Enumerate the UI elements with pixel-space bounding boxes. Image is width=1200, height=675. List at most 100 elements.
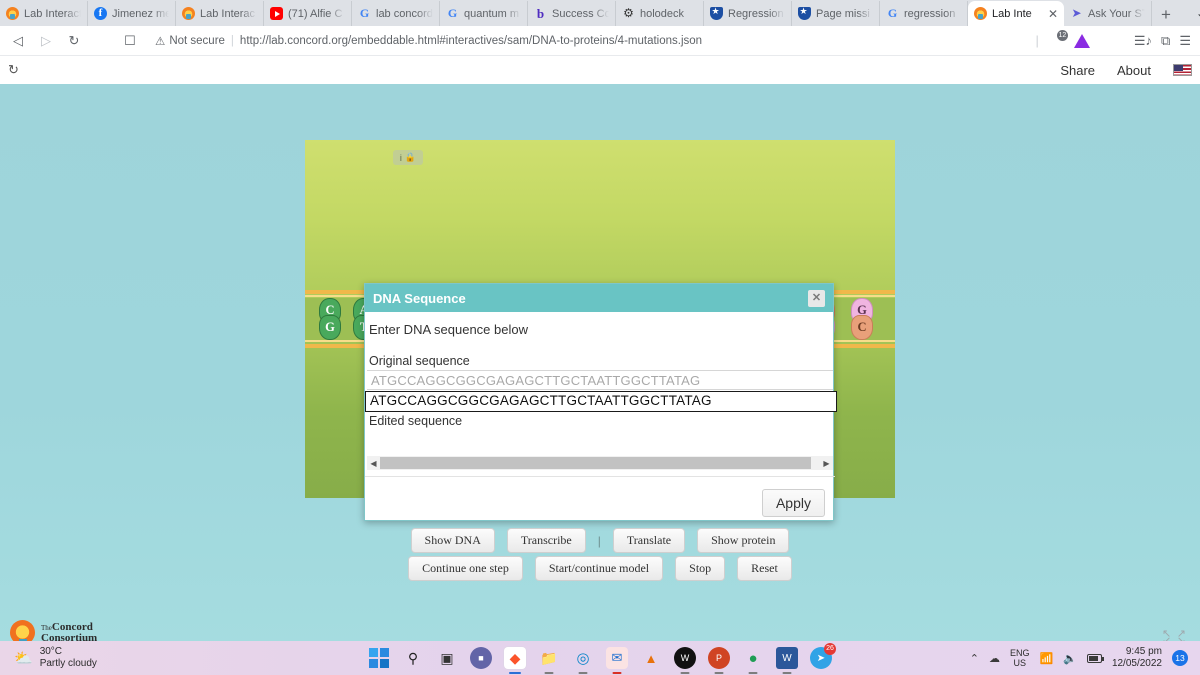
volume-icon[interactable]: 🔈 [1063,652,1077,665]
word-icon[interactable]: W [776,647,798,669]
reset-button[interactable]: Reset [737,556,792,581]
browser-tab[interactable]: (71) Alfie C [264,1,352,26]
start-continue-model-button[interactable]: Start/continue model [535,556,663,581]
wifi-icon[interactable]: 📶 [1040,652,1054,665]
address-bar[interactable]: ⚠ Not secure | http://lab.concord.org/em… [147,30,1030,52]
stop-button[interactable]: Stop [675,556,725,581]
sequence-horizontal-scrollbar[interactable]: ◀ ▶ [367,456,833,470]
browser-tab[interactable]: Lab Interac [176,1,264,26]
mail-icon[interactable]: ✉ [606,647,628,669]
extension-triangle-icon[interactable] [1074,34,1090,48]
shield-icon [710,7,723,20]
tab-strip: Lab Interact f Jimenez me Lab Interac (7… [0,0,1200,26]
browser-tab[interactable]: ⚙ holodeck [616,1,704,26]
search-icon[interactable]: ⚲ [402,647,424,669]
bookmark-icon[interactable]: ☐ [119,33,141,49]
tab-title: Page missi [816,8,873,20]
apply-button[interactable]: Apply [762,489,825,517]
share-link[interactable]: Share [1060,63,1095,78]
weather-temp: 30°C [40,646,62,657]
tab-title: Ask Your ST [1088,8,1145,20]
browser-tab[interactable]: G regression [880,1,968,26]
toolbar-divider: | [1036,33,1039,48]
lock-icon[interactable]: 🔒 [405,152,416,163]
browser-tab[interactable]: f Jimenez me [88,1,176,26]
page-content: ↻ Share About i 🔒 [0,56,1200,675]
file-explorer-icon[interactable]: 📁 [538,647,560,669]
dialog-footer: Apply [365,486,835,520]
close-icon[interactable]: ✕ [1048,8,1058,20]
button-separator: | [598,534,601,548]
security-indicator[interactable]: ⚠ Not secure [155,34,225,48]
logo-the: The [41,624,52,632]
browser-tab[interactable]: Page missi [792,1,880,26]
tab-title: Lab Interact [24,8,81,20]
tab-title: regression [904,8,961,20]
canvas-lock-toolbar[interactable]: i 🔒 [393,150,423,165]
tab-title: quantum m [464,8,521,20]
browser-tab[interactable]: Regression [704,1,792,26]
powerpoint-icon[interactable]: P [708,647,730,669]
close-icon[interactable]: ✕ [808,290,825,307]
google-icon: G [358,7,371,20]
wondershare-icon[interactable]: W [674,647,696,669]
dialog-body: Enter DNA sequence below Original sequen… [365,312,833,488]
clock[interactable]: 9:45 pm 12/05/2022 [1112,646,1162,670]
brave-icon[interactable]: ◆ [504,647,526,669]
page-reload-icon[interactable]: ↻ [8,62,19,78]
chrome-icon[interactable]: ● [742,647,764,669]
show-dna-button[interactable]: Show DNA [411,528,495,553]
browser-tab[interactable]: Lab Interact [0,1,88,26]
vlc-icon[interactable]: ▲ [640,647,662,669]
scrollbar-track[interactable] [380,457,820,469]
browser-tab[interactable]: G lab concord [352,1,440,26]
browser-menu-icon[interactable]: ☰ [1179,33,1191,49]
forward-icon[interactable]: ▷ [35,33,57,49]
reload-icon[interactable]: ↻ [63,33,85,49]
new-tab-button[interactable]: + [1152,4,1180,26]
playlist-icon[interactable]: ☰♪ [1134,33,1152,49]
tab-title: Success Co [552,8,609,20]
telegram-icon[interactable]: ➤ 26 [810,647,832,669]
browser-tab[interactable]: b Success Co [528,1,616,26]
language-indicator[interactable]: ENG US [1010,648,1030,668]
onedrive-cloud-icon[interactable]: ☁ [989,652,1000,665]
scroll-left-icon[interactable]: ◀ [367,459,380,468]
battery-icon[interactable] [1087,654,1102,663]
brave-shield-icon[interactable]: 12 [1048,32,1065,49]
edited-sequence-input[interactable]: ATGCCAGGCGGCGAGAGCTTGCTAATTGGCTTATAG [365,391,837,412]
bulb-icon [6,7,19,20]
browser-tab[interactable]: G quantum m [440,1,528,26]
browser-toolbar: ◁ ▷ ↻ ☐ ⚠ Not secure | http://lab.concor… [0,26,1200,56]
notification-badge[interactable]: 13 [1172,650,1188,666]
us-flag-icon[interactable] [1173,64,1192,76]
browser-tab[interactable]: ➤ Ask Your ST [1064,1,1152,26]
weather-widget[interactable]: ⛅ 30°C Partly cloudy [0,646,250,670]
nucleotide-base[interactable]: C [851,315,873,340]
transcribe-button[interactable]: Transcribe [507,528,586,553]
scroll-right-icon[interactable]: ▶ [820,459,833,468]
weather-condition: Partly cloudy [40,658,97,669]
telegram-badge: 26 [824,643,836,655]
language-line1: ENG [1010,648,1030,658]
back-icon[interactable]: ◁ [7,33,29,49]
about-link[interactable]: About [1117,63,1151,78]
browser-tab-active[interactable]: Lab Inte ✕ [968,1,1064,26]
info-icon[interactable]: i [400,153,402,163]
continue-one-step-button[interactable]: Continue one step [408,556,523,581]
teams-icon[interactable]: ■ [470,647,492,669]
edge-icon[interactable]: ◎ [572,647,594,669]
url-text: http://lab.concord.org/embeddable.html#i… [240,35,702,47]
tab-list-icon[interactable]: ⌄ [1180,0,1200,26]
show-protein-button[interactable]: Show protein [697,528,789,553]
site-header-links: Share About [1060,63,1192,78]
pip-icon[interactable]: ⧉ [1161,33,1170,49]
translate-button[interactable]: Translate [613,528,685,553]
task-view-icon[interactable]: ▣ [436,647,458,669]
start-button[interactable] [368,647,390,669]
partly-cloudy-icon: ⛅ [14,649,33,667]
nucleotide-base[interactable]: G [319,315,341,340]
scrollbar-thumb[interactable] [380,457,811,469]
google-icon: G [446,7,459,20]
tray-chevron-icon[interactable]: ⌃ [970,652,979,665]
